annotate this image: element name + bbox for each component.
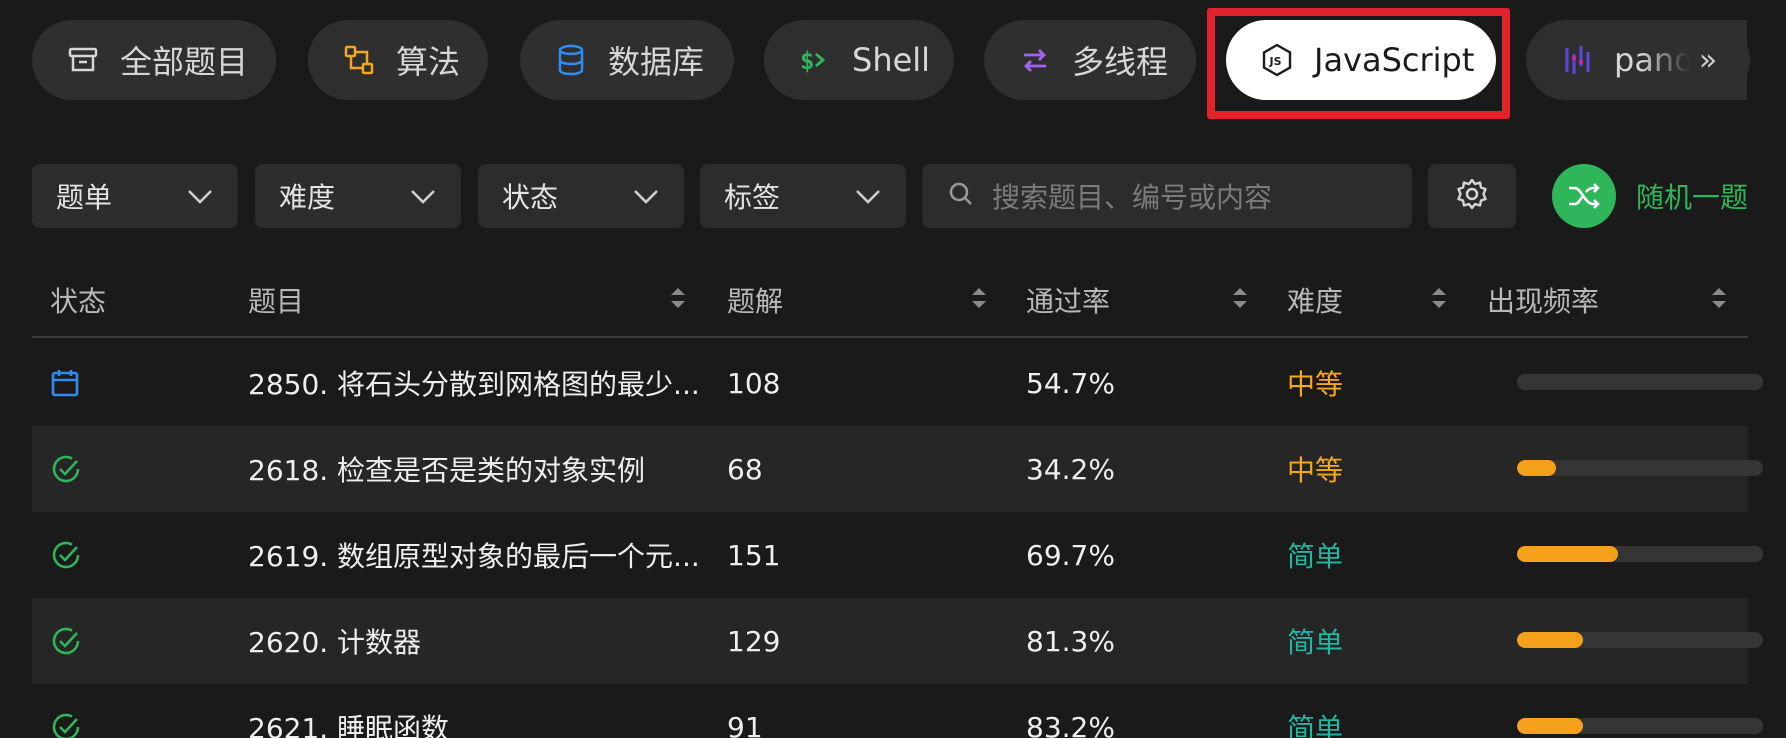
tags-dropdown[interactable]: 标签 bbox=[700, 164, 906, 228]
database-icon bbox=[554, 43, 588, 77]
header-solutions[interactable]: 题解 bbox=[727, 262, 783, 338]
calendar-icon[interactable] bbox=[50, 340, 80, 426]
solution-count: 91 bbox=[727, 710, 763, 738]
problem-title[interactable]: 2850. 将石头分散到网格图的最少... bbox=[248, 340, 700, 426]
shell-icon: $ bbox=[798, 43, 832, 77]
category-tabs: 全部题目 算法 数据库 $ Shell 多线程 JS JavaScript bbox=[32, 20, 1747, 100]
problem-list-page: 全部题目 算法 数据库 $ Shell 多线程 JS JavaScript » … bbox=[0, 0, 1786, 738]
sort-icon[interactable] bbox=[668, 284, 688, 312]
frequency-fill bbox=[1517, 546, 1618, 562]
frequency-fill bbox=[1517, 632, 1584, 648]
table-header: 状态 题目 题解 通过率 难度 出现频率 bbox=[32, 262, 1748, 338]
tab-label: 算法 bbox=[396, 43, 461, 81]
table-row[interactable]: 2620. 计数器 129 81.3% 简单 bbox=[32, 598, 1763, 684]
concurrency-icon bbox=[1018, 43, 1052, 77]
tab-concurrency[interactable]: 多线程 bbox=[984, 20, 1196, 100]
algorithm-icon bbox=[342, 43, 376, 77]
problem-title[interactable]: 2621. 睡眠函数 bbox=[248, 684, 449, 738]
solution-count: 108 bbox=[727, 366, 781, 400]
dropdown-label: 题单 bbox=[56, 181, 113, 214]
acceptance-rate: 69.7% bbox=[1026, 538, 1115, 572]
table-row[interactable]: 2619. 数组原型对象的最后一个元... 151 69.7% 简单 bbox=[32, 512, 1763, 598]
sort-icon[interactable] bbox=[1230, 284, 1250, 312]
dropdown-label: 标签 bbox=[724, 181, 781, 214]
svg-text:JS: JS bbox=[1269, 55, 1282, 68]
difficulty-label: 中等 bbox=[1287, 368, 1344, 401]
solution-count: 151 bbox=[727, 538, 781, 572]
header-acceptance[interactable]: 通过率 bbox=[1026, 262, 1110, 338]
problem-title[interactable]: 2620. 计数器 bbox=[248, 598, 421, 684]
check-circle-icon bbox=[50, 426, 82, 512]
svg-text:$: $ bbox=[800, 47, 814, 75]
sort-icon[interactable] bbox=[969, 284, 989, 312]
acceptance-rate: 54.7% bbox=[1026, 366, 1115, 400]
problem-title[interactable]: 2619. 数组原型对象的最后一个元... bbox=[248, 512, 700, 598]
problem-title[interactable]: 2618. 检查是否是类的对象实例 bbox=[248, 426, 645, 512]
header-frequency[interactable]: 出现频率 bbox=[1487, 262, 1599, 338]
random-label: 随机一题 bbox=[1636, 181, 1749, 214]
search-input[interactable]: 搜索题目、编号或内容 bbox=[922, 164, 1412, 228]
check-circle-icon bbox=[50, 684, 82, 738]
tab-shell[interactable]: $ Shell bbox=[764, 20, 954, 100]
frequency-bar bbox=[1517, 632, 1763, 648]
chevron-down-icon bbox=[632, 180, 660, 213]
frequency-bar bbox=[1517, 374, 1763, 390]
tab-label: JavaScript bbox=[1314, 41, 1475, 79]
nodejs-icon: JS bbox=[1260, 43, 1294, 77]
table-row[interactable]: 2621. 睡眠函数 91 83.2% 简单 bbox=[32, 684, 1763, 738]
header-difficulty[interactable]: 难度 bbox=[1287, 262, 1343, 338]
problem-list-dropdown[interactable]: 题单 bbox=[32, 164, 238, 228]
table-row[interactable]: 2850. 将石头分散到网格图的最少... 108 54.7% 中等 bbox=[32, 340, 1763, 426]
chevron-down-icon bbox=[409, 180, 437, 213]
pandas-icon bbox=[1560, 43, 1594, 77]
settings-button[interactable] bbox=[1428, 164, 1516, 228]
tab-label: 数据库 bbox=[608, 43, 705, 81]
tab-label: 多线程 bbox=[1072, 43, 1169, 81]
sort-icon[interactable] bbox=[1429, 284, 1449, 312]
difficulty-label: 简单 bbox=[1287, 540, 1344, 573]
tab-database[interactable]: 数据库 bbox=[520, 20, 734, 100]
difficulty-label: 简单 bbox=[1287, 626, 1344, 659]
table-row[interactable]: 2618. 检查是否是类的对象实例 68 34.2% 中等 bbox=[32, 426, 1763, 512]
solution-count: 129 bbox=[727, 624, 781, 658]
acceptance-rate: 34.2% bbox=[1026, 452, 1115, 486]
gear-icon bbox=[1455, 177, 1489, 215]
frequency-fill bbox=[1517, 718, 1584, 734]
frequency-bar bbox=[1517, 718, 1763, 734]
search-placeholder: 搜索题目、编号或内容 bbox=[992, 181, 1273, 214]
shuffle-icon bbox=[1552, 164, 1616, 228]
check-circle-icon bbox=[50, 598, 82, 684]
scroll-more-button[interactable]: » bbox=[1690, 38, 1726, 82]
frequency-bar bbox=[1517, 460, 1763, 476]
tab-all-problems[interactable]: 全部题目 bbox=[32, 20, 276, 100]
frequency-fill bbox=[1517, 460, 1557, 476]
check-circle-icon bbox=[50, 512, 82, 598]
tab-javascript[interactable]: JS JavaScript bbox=[1226, 20, 1496, 100]
dropdown-label: 状态 bbox=[502, 181, 559, 214]
solution-count: 68 bbox=[727, 452, 763, 486]
archive-icon bbox=[66, 43, 100, 77]
header-title[interactable]: 题目 bbox=[248, 262, 304, 338]
acceptance-rate: 83.2% bbox=[1026, 710, 1115, 738]
difficulty-label: 中等 bbox=[1287, 454, 1344, 487]
difficulty-dropdown[interactable]: 难度 bbox=[255, 164, 461, 228]
sort-icon[interactable] bbox=[1709, 284, 1729, 312]
tab-label: Shell bbox=[852, 41, 931, 79]
chevron-down-icon bbox=[186, 180, 214, 213]
random-problem-button[interactable]: 随机一题 bbox=[1552, 164, 1748, 228]
difficulty-label: 简单 bbox=[1287, 712, 1344, 738]
frequency-bar bbox=[1517, 546, 1763, 562]
header-status: 状态 bbox=[50, 285, 107, 318]
chevron-down-icon bbox=[854, 180, 882, 213]
search-icon bbox=[948, 181, 974, 211]
tab-algorithms[interactable]: 算法 bbox=[308, 20, 488, 100]
acceptance-rate: 81.3% bbox=[1026, 624, 1115, 658]
status-dropdown[interactable]: 状态 bbox=[478, 164, 684, 228]
tab-label: 全部题目 bbox=[120, 43, 249, 81]
dropdown-label: 难度 bbox=[279, 181, 336, 214]
